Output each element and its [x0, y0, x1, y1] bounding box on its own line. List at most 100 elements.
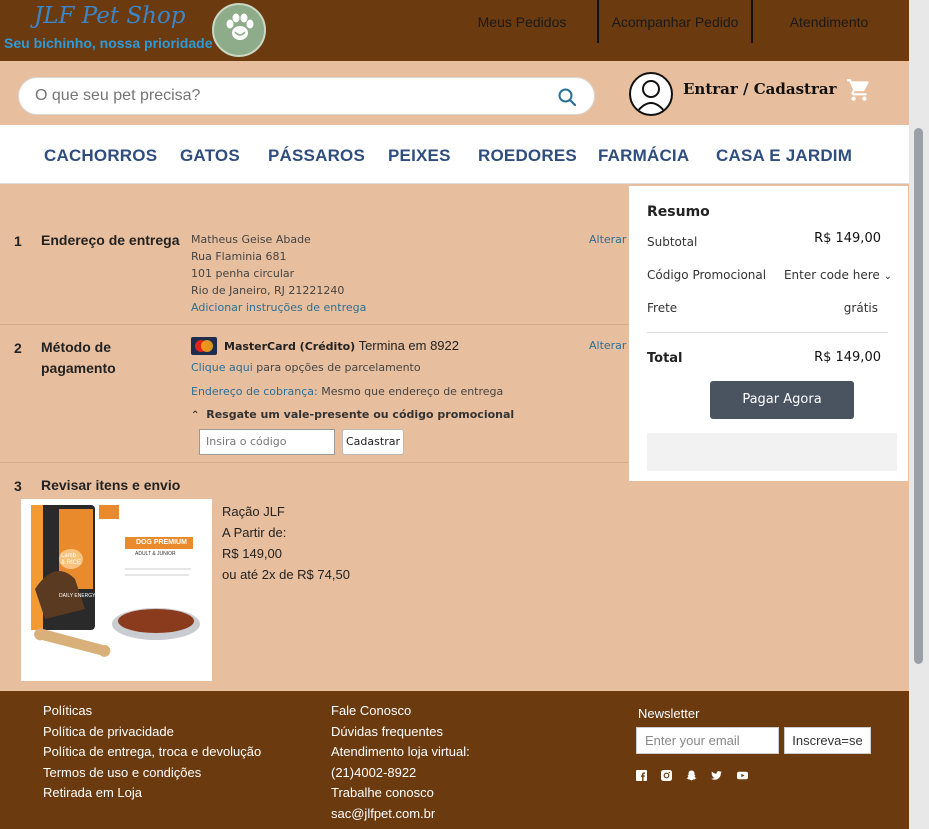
- search-icon[interactable]: [557, 87, 577, 107]
- billing-address-text: Mesmo que endereço de entrega: [321, 385, 504, 398]
- category-casa-e-jardim[interactable]: CASA E JARDIM: [716, 146, 852, 166]
- category-gatos[interactable]: GATOS: [180, 146, 240, 166]
- register-code-button[interactable]: Cadastrar: [342, 429, 404, 455]
- footer-col-contact: Fale Conosco Dúvidas frequentes Atendime…: [331, 701, 470, 824]
- footer-link-policies[interactable]: Políticas: [43, 701, 261, 722]
- summary-extra-area: [647, 433, 897, 471]
- card-ending: Termina em 8922: [358, 338, 460, 353]
- step-1-number: 1: [14, 233, 22, 249]
- change-address-link[interactable]: Alterar: [589, 233, 626, 246]
- newsletter-title: Newsletter: [638, 706, 700, 721]
- product-installment: ou até 2x de R$ 74,50: [222, 567, 350, 582]
- billing-address-link[interactable]: Endereço de cobrança:: [191, 385, 318, 398]
- product-image-flavor: Lamb & RICE: [61, 553, 82, 566]
- add-delivery-instructions-link[interactable]: Adicionar instruções de entrega: [191, 299, 366, 316]
- order-summary: Resumo Subtotal R$ 149,00 Código Promoci…: [629, 186, 908, 481]
- installments-text: para opções de parcelamento: [256, 361, 421, 374]
- promo-code-placeholder: Enter code here: [783, 268, 880, 282]
- address-line: Rua Flaminia 681: [191, 250, 287, 263]
- category-cachorros[interactable]: CACHORROS: [44, 146, 157, 166]
- footer-link-contact[interactable]: Fale Conosco: [331, 701, 470, 722]
- facebook-icon[interactable]: [636, 770, 647, 781]
- cart-icon[interactable]: [846, 77, 872, 103]
- footer-link-delivery[interactable]: Política de entrega, troca e devolução: [43, 742, 261, 763]
- nav-acompanhar-pedido[interactable]: Acompanhar Pedido: [606, 0, 744, 44]
- promo-code-label: Código Promocional: [647, 268, 767, 282]
- step-3-number: 3: [14, 478, 22, 494]
- step-3-title: Revisar itens e envio: [41, 477, 181, 493]
- address-line: Rio de Janeiro, RJ 21221240: [191, 284, 345, 297]
- youtube-icon[interactable]: [737, 770, 748, 781]
- nav-divider: [751, 0, 753, 43]
- paw-logo-icon[interactable]: [212, 3, 266, 57]
- newsletter-email-input[interactable]: Enter your email: [636, 727, 779, 754]
- footer-support-label: Atendimento loja virtual:: [331, 744, 470, 759]
- address-line: 101 penha circular: [191, 267, 295, 280]
- product-from-label: A Partir de:: [222, 525, 287, 540]
- category-nav: CACHORROS GATOS PÁSSAROS PEIXES ROEDORES…: [0, 125, 909, 184]
- summary-title: Resumo: [647, 204, 710, 220]
- snapchat-icon[interactable]: [686, 770, 697, 781]
- pay-now-button[interactable]: Pagar Agora: [710, 381, 854, 419]
- brand-name[interactable]: JLF Pet Shop: [34, 3, 186, 29]
- installments-line: Clique aqui para opções de parcelamento: [191, 359, 421, 376]
- subtotal-label: Subtotal: [647, 235, 698, 249]
- footer-link-pickup[interactable]: Retirada em Loja: [43, 783, 261, 804]
- category-peixes[interactable]: PEIXES: [388, 146, 451, 166]
- shipping-label: Frete: [647, 301, 678, 315]
- search-box[interactable]: [18, 77, 595, 115]
- product-image-sub: ADULT & JUNIOR: [135, 551, 176, 557]
- step-2-title-line: Método de: [41, 339, 111, 355]
- card-name: MasterCard (Crédito): [224, 340, 356, 353]
- promo-code-input[interactable]: Insira o código: [199, 429, 335, 455]
- brand-tagline: Seu bichinho, nossa prioridade: [4, 35, 213, 51]
- category-farmacia[interactable]: FARMÁCIA: [598, 146, 689, 166]
- installments-link[interactable]: Clique aqui: [191, 361, 253, 374]
- footer-phone: (21)4002-8922: [331, 764, 417, 780]
- section-divider: [0, 324, 628, 325]
- subtotal-value: R$ 149,00: [814, 231, 881, 246]
- footer-link-terms[interactable]: Termos de uso e condições: [43, 763, 261, 784]
- login-register-link[interactable]: Entrar / Cadastrar: [683, 80, 836, 98]
- product-image-energy: DAILY ENERGY: [59, 593, 96, 599]
- page: JLF Pet Shop Seu bichinho, nossa priorid…: [0, 0, 929, 829]
- step-2-title: Método de pagamento: [41, 337, 116, 379]
- user-avatar-icon[interactable]: [629, 72, 673, 116]
- nav-atendimento[interactable]: Atendimento: [776, 0, 882, 44]
- step-1-title: Endereço de entrega: [41, 232, 180, 248]
- shipping-value: grátis: [843, 301, 878, 315]
- change-payment-link[interactable]: Alterar: [589, 339, 626, 352]
- category-roedores[interactable]: ROEDORES: [478, 146, 577, 166]
- product-details: Ração JLF A Partir de: R$ 149,00 ou até …: [222, 501, 350, 585]
- product-image[interactable]: DOG PREMIUM ADULT & JUNIOR Lamb & RICE D…: [21, 499, 212, 681]
- product-name[interactable]: Ração JLF: [222, 501, 350, 522]
- mastercard-icon: [191, 337, 217, 355]
- section-divider: [0, 462, 628, 463]
- shipping-address: Matheus Geise Abade Rua Flaminia 681 101…: [191, 231, 366, 316]
- summary-divider: [647, 332, 888, 333]
- product-price: R$ 149,00: [222, 546, 282, 561]
- step-2-number: 2: [14, 340, 22, 356]
- footer-col-policies: Políticas Política de privacidade Políti…: [43, 701, 261, 804]
- redeem-toggle[interactable]: ⌃ Resgate um vale-presente ou código pro…: [191, 406, 514, 424]
- footer-link-careers[interactable]: Trabalhe conosco: [331, 783, 470, 804]
- billing-address-line: Endereço de cobrança: Mesmo que endereço…: [191, 383, 503, 400]
- address-line: Matheus Geise Abade: [191, 233, 311, 246]
- nav-meus-pedidos[interactable]: Meus Pedidos: [470, 0, 574, 44]
- product-image-brand: DOG PREMIUM: [136, 539, 187, 546]
- category-passaros[interactable]: PÁSSAROS: [268, 146, 365, 166]
- newsletter-subscribe-button[interactable]: Inscreva=se: [784, 727, 871, 754]
- footer-link-faq[interactable]: Dúvidas frequentes: [331, 722, 470, 743]
- promo-code-dropdown[interactable]: Enter code here ⌄: [784, 268, 892, 282]
- search-input[interactable]: [35, 87, 535, 105]
- step-2-title-line: pagamento: [41, 360, 116, 376]
- total-value: R$ 149,00: [814, 350, 881, 365]
- twitter-icon[interactable]: [711, 770, 722, 781]
- instagram-icon[interactable]: [661, 770, 672, 781]
- scrollbar-thumb[interactable]: [914, 128, 923, 664]
- page-scrollbar[interactable]: [909, 0, 929, 829]
- card-info: MasterCard (Crédito) Termina em 8922: [224, 338, 459, 353]
- footer-link-privacy[interactable]: Política de privacidade: [43, 722, 261, 743]
- top-bar: JLF Pet Shop Seu bichinho, nossa priorid…: [0, 0, 909, 61]
- footer-email[interactable]: sac@jlfpet.com.br: [331, 804, 470, 825]
